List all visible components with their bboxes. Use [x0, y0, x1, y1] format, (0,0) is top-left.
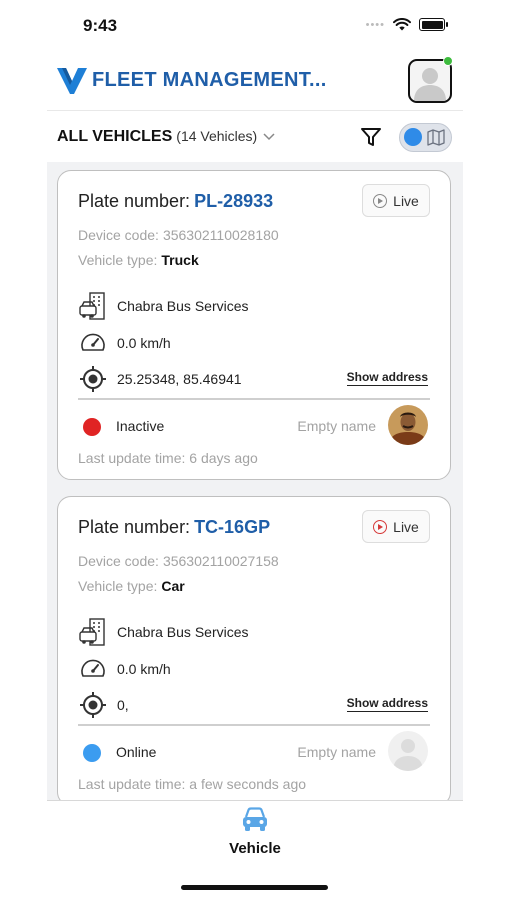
tab-vehicle-label: Vehicle — [229, 840, 281, 857]
vehicle-count: (14 Vehicles) — [176, 128, 258, 144]
status-icons: •••• — [365, 18, 448, 31]
filter-row: ALL VEHICLES (14 Vehicles) — [47, 118, 463, 158]
speedometer-icon — [78, 654, 108, 684]
user-icon — [414, 68, 446, 101]
last-update-time: Last update time: a few seconds ago — [78, 776, 307, 792]
speed-value: 0.0 km/h — [117, 661, 171, 677]
map-icon — [427, 129, 445, 146]
plate-value: TC-16GP — [194, 517, 271, 537]
device-code-value: 356302110027158 — [162, 553, 279, 569]
vehicle-type-value: Truck — [161, 252, 199, 268]
device-code-label: Device code: — [78, 227, 159, 243]
vehicle-type-label: Vehicle type: — [78, 578, 158, 594]
device-code-label: Device code: — [78, 553, 159, 569]
vehicle-group-dropdown[interactable]: ALL VEHICLES (14 Vehicles) — [57, 128, 275, 146]
company-name: Chabra Bus Services — [117, 298, 249, 314]
driver-avatar-placeholder[interactable] — [388, 731, 428, 771]
bottom-tab-bar: Vehicle — [47, 800, 463, 860]
location-target-icon — [78, 364, 108, 394]
vehicle-type: Vehicle type: Truck — [78, 252, 199, 268]
play-icon — [373, 519, 388, 534]
coordinates-value: 0, — [117, 697, 129, 713]
last-update-time: Last update time: 6 days ago — [78, 450, 258, 466]
live-label: Live — [393, 518, 419, 535]
home-indicator — [181, 885, 328, 890]
show-address-link[interactable]: Show address — [346, 696, 428, 712]
app-header: FLEET MANAGEMENT... — [47, 56, 463, 108]
vehicle-card[interactable]: Plate number: PL-28933 Live Device code: 3… — [57, 170, 451, 480]
company-row: Chabra Bus Services — [78, 616, 249, 648]
status-time: 9:43 — [83, 16, 118, 35]
speed-row: 0.0 km/h — [78, 653, 171, 685]
car-icon — [243, 807, 267, 831]
map-view-toggle[interactable] — [399, 123, 452, 152]
logo-icon — [57, 68, 87, 94]
card-divider — [78, 398, 430, 400]
status-text: Inactive — [116, 418, 165, 434]
card-divider — [78, 724, 430, 726]
company-row: Chabra Bus Services — [78, 290, 249, 322]
toggle-knob — [404, 128, 422, 146]
live-button[interactable]: Live — [362, 510, 430, 543]
vehicle-list[interactable]: Plate number: PL-28933 Live Device code: 3… — [47, 162, 463, 800]
wifi-icon — [393, 18, 411, 31]
location-target-icon — [78, 690, 108, 720]
online-indicator — [443, 56, 453, 66]
vehicle-group-label: ALL VEHICLES — [57, 128, 173, 145]
app-title: FLEET MANAGEMENT... — [92, 69, 327, 91]
live-label: Live — [393, 192, 419, 209]
vehicle-type-label: Vehicle type: — [78, 252, 158, 268]
status-text: Online — [116, 744, 157, 760]
play-icon — [373, 193, 388, 208]
driver-name: Empty name — [297, 744, 376, 760]
chevron-down-icon — [263, 130, 275, 144]
tab-vehicle[interactable]: Vehicle — [217, 807, 293, 859]
plate-label: Plate number: — [78, 191, 191, 211]
battery-icon — [419, 18, 448, 31]
vehicle-type-value: Car — [161, 578, 185, 594]
coordinates-row: 0, — [78, 689, 129, 721]
device-code: Device code: 356302110027158 — [78, 553, 279, 569]
plate-number: Plate number: PL-28933 — [78, 191, 273, 212]
speed-row: 0.0 km/h — [78, 327, 171, 359]
status-bar: 9:43 •••• — [0, 0, 507, 52]
vehicle-card[interactable]: Plate number: TC-16GP Live Device code: 35… — [57, 496, 451, 800]
plate-value: PL-28933 — [194, 191, 274, 211]
driver-avatar[interactable] — [388, 405, 428, 445]
device-code: Device code: 356302110028180 — [78, 227, 279, 243]
plate-number: Plate number: TC-16GP — [78, 517, 270, 538]
filter-icon[interactable] — [360, 126, 382, 148]
status-indicator — [83, 744, 101, 762]
speedometer-icon — [78, 328, 108, 358]
status-indicator — [83, 418, 101, 436]
company-name: Chabra Bus Services — [117, 624, 249, 640]
vehicle-type: Vehicle type: Car — [78, 578, 185, 594]
driver-name: Empty name — [297, 418, 376, 434]
show-address-link[interactable]: Show address — [346, 370, 428, 386]
signal-icon: •••• — [365, 18, 385, 31]
header-divider — [47, 110, 463, 111]
live-button[interactable]: Live — [362, 184, 430, 217]
speed-value: 0.0 km/h — [117, 335, 171, 351]
coordinates-value: 25.25348, 85.46941 — [117, 371, 242, 387]
company-building-icon — [78, 617, 108, 647]
coordinates-row: 25.25348, 85.46941 — [78, 363, 242, 395]
company-building-icon — [78, 291, 108, 321]
device-code-value: 356302110028180 — [162, 227, 279, 243]
plate-label: Plate number: — [78, 517, 191, 537]
